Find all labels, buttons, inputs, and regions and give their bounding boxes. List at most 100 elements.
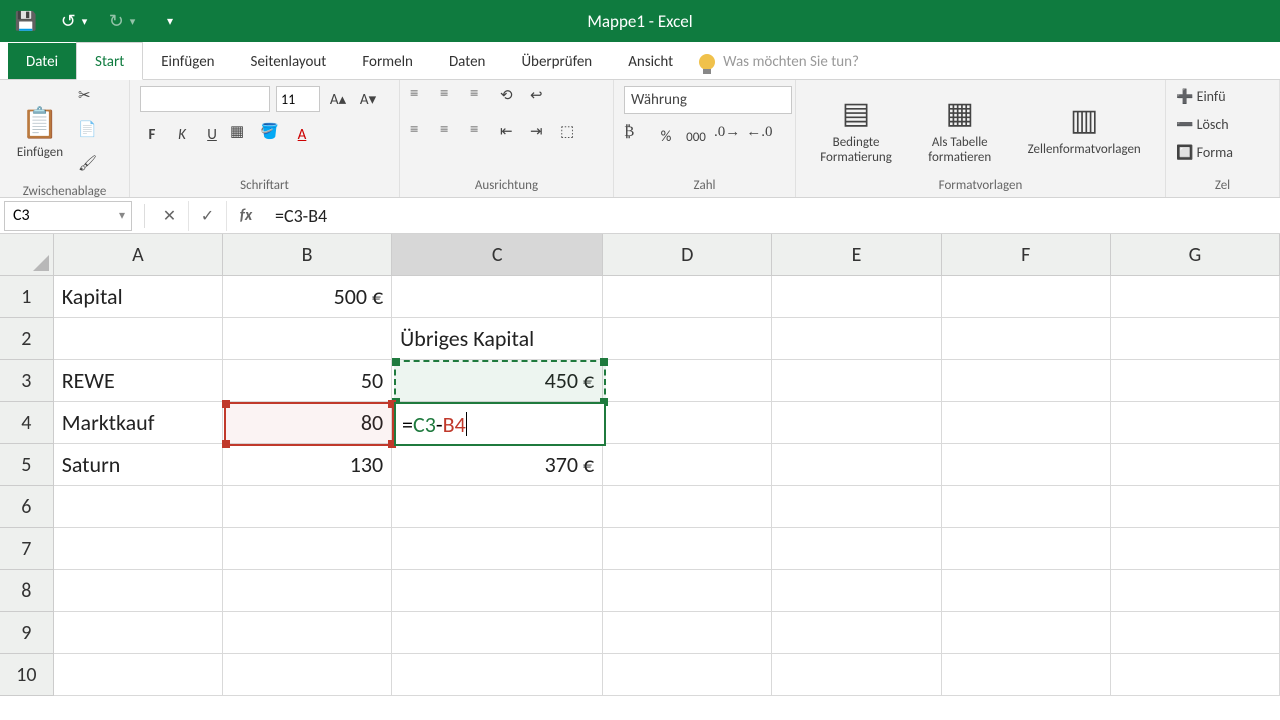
tab-home[interactable]: Start [76, 42, 143, 80]
cell[interactable] [772, 360, 941, 402]
font-size-select[interactable] [276, 86, 320, 112]
cell[interactable] [603, 276, 772, 318]
spreadsheet-grid[interactable]: A B C D E F G 1 Kapital 500 € 2 Übriges … [0, 234, 1280, 696]
formula-input[interactable] [265, 201, 1280, 231]
name-box[interactable]: C3 [4, 201, 132, 231]
enter-formula-button[interactable]: ✓ [189, 201, 227, 231]
cell[interactable] [54, 654, 223, 696]
cell[interactable] [942, 570, 1111, 612]
align-center-icon[interactable]: ≡ [440, 122, 464, 148]
font-family-select[interactable] [140, 86, 270, 112]
increase-decimal-icon[interactable]: .0→ [714, 124, 740, 150]
cell-b5[interactable]: 130 [223, 444, 392, 486]
cell-c2[interactable]: Übriges Kapital [392, 318, 603, 360]
tab-pagelayout[interactable]: Seitenlayout [233, 43, 345, 79]
merge-center-icon[interactable]: ⬚ [560, 122, 584, 148]
decrease-decimal-icon[interactable]: ←.0 [746, 124, 772, 150]
cell[interactable] [603, 486, 772, 528]
cell[interactable] [772, 276, 941, 318]
cell[interactable] [54, 486, 223, 528]
italic-button[interactable]: K [170, 122, 194, 148]
row-header[interactable]: 7 [0, 528, 54, 570]
undo-icon[interactable]: ↺▾ [60, 7, 88, 35]
cell[interactable] [1111, 276, 1280, 318]
cell[interactable] [1111, 360, 1280, 402]
row-header[interactable]: 5 [0, 444, 54, 486]
cell[interactable] [603, 612, 772, 654]
increase-indent-icon[interactable]: ⇥ [530, 122, 554, 148]
comma-format-icon[interactable]: 000 [684, 124, 708, 150]
cell-styles-button[interactable]: ▥Zellenformatvorlagen [1022, 99, 1147, 161]
cell[interactable] [392, 528, 603, 570]
tab-formulas[interactable]: Formeln [344, 43, 431, 79]
cut-icon[interactable]: ✂ [78, 86, 102, 112]
copy-icon[interactable]: 📄 [78, 120, 102, 146]
cell[interactable] [772, 612, 941, 654]
column-header-e[interactable]: E [772, 234, 941, 276]
align-middle-icon[interactable]: ≡ [440, 86, 464, 112]
cell-a5[interactable]: Saturn [54, 444, 223, 486]
format-as-table-button[interactable]: ▦Als Tabelle formatieren [922, 92, 997, 169]
cell[interactable] [223, 528, 392, 570]
insert-function-button[interactable]: fx [227, 201, 265, 231]
row-header[interactable]: 4 [0, 402, 54, 444]
row-header[interactable]: 3 [0, 360, 54, 402]
number-format-select[interactable] [624, 86, 792, 114]
cell[interactable] [603, 402, 772, 444]
cell[interactable] [1111, 570, 1280, 612]
cell[interactable] [942, 654, 1111, 696]
delete-cells-button[interactable]: ➖ Lösch [1176, 114, 1269, 136]
cell[interactable] [772, 318, 941, 360]
cell[interactable] [603, 654, 772, 696]
underline-button[interactable]: U [200, 122, 224, 148]
cell[interactable] [223, 654, 392, 696]
align-right-icon[interactable]: ≡ [470, 122, 494, 148]
row-header[interactable]: 10 [0, 654, 54, 696]
tab-insert[interactable]: Einfügen [143, 43, 232, 79]
cell[interactable] [392, 612, 603, 654]
cell[interactable] [772, 402, 941, 444]
cell-b2[interactable] [223, 318, 392, 360]
cell[interactable] [942, 402, 1111, 444]
cell[interactable] [942, 276, 1111, 318]
row-header[interactable]: 2 [0, 318, 54, 360]
increase-font-icon[interactable]: A▴ [326, 86, 350, 112]
cell[interactable] [772, 486, 941, 528]
column-header-a[interactable]: A [54, 234, 223, 276]
align-top-icon[interactable]: ≡ [410, 86, 434, 112]
insert-cells-button[interactable]: ➕ Einfü [1176, 86, 1269, 108]
cell[interactable] [603, 318, 772, 360]
cell[interactable] [942, 612, 1111, 654]
cell[interactable] [1111, 612, 1280, 654]
row-header[interactable]: 1 [0, 276, 54, 318]
cell-c5[interactable]: 370 € [392, 444, 603, 486]
wrap-text-icon[interactable]: ↩ [530, 86, 554, 112]
cell[interactable] [942, 318, 1111, 360]
qat-customize-icon[interactable]: ▾ [156, 7, 184, 35]
tab-view[interactable]: Ansicht [610, 43, 691, 79]
cell[interactable] [223, 570, 392, 612]
align-bottom-icon[interactable]: ≡ [470, 86, 494, 112]
cell[interactable] [54, 528, 223, 570]
column-header-d[interactable]: D [603, 234, 772, 276]
cell-a3[interactable]: REWE [54, 360, 223, 402]
cell[interactable] [1111, 654, 1280, 696]
tab-data[interactable]: Daten [431, 43, 503, 79]
cell[interactable] [942, 528, 1111, 570]
format-cells-button[interactable]: 🔲 Forma [1176, 142, 1269, 164]
redo-icon[interactable]: ↻▾ [108, 7, 136, 35]
save-icon[interactable]: 💾 [12, 7, 40, 35]
cell[interactable] [603, 360, 772, 402]
format-painter-icon[interactable]: 🖌 [78, 154, 102, 180]
cancel-formula-button[interactable]: ✕ [151, 201, 189, 231]
select-all-corner[interactable] [0, 234, 54, 276]
row-header[interactable]: 6 [0, 486, 54, 528]
cell[interactable] [772, 444, 941, 486]
cell[interactable] [392, 486, 603, 528]
cell[interactable] [1111, 318, 1280, 360]
cell[interactable] [223, 486, 392, 528]
cell-a2[interactable] [54, 318, 223, 360]
cell[interactable] [772, 570, 941, 612]
row-header[interactable]: 8 [0, 570, 54, 612]
cell-c1[interactable] [392, 276, 603, 318]
